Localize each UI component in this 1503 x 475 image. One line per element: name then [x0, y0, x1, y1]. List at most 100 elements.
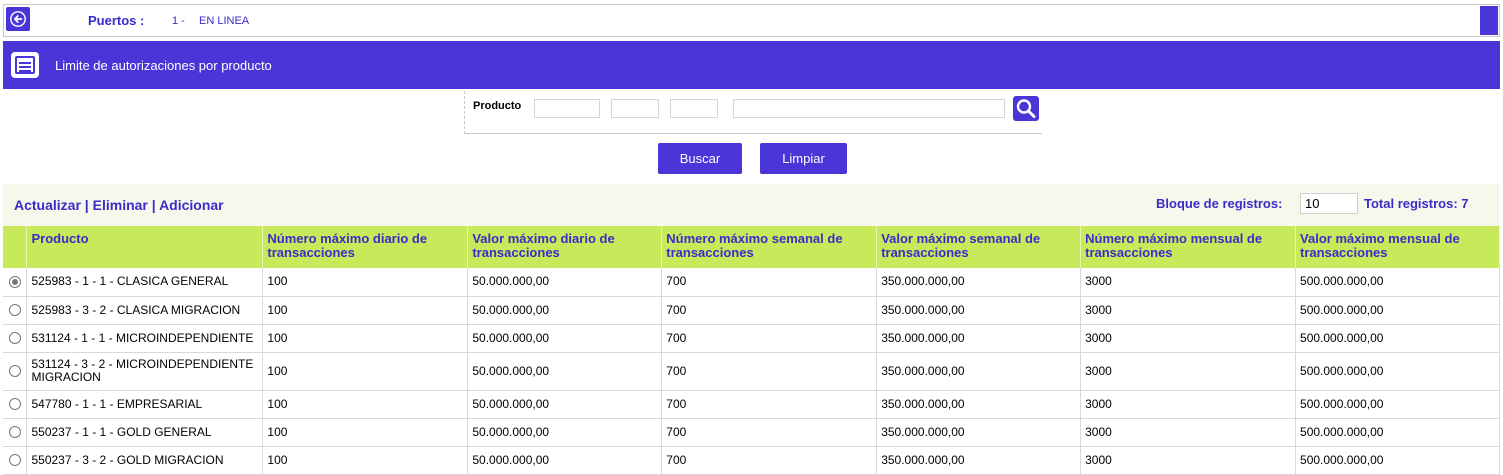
table-row[interactable]: 531124 - 3 - 2 - MICROINDEPENDIENTE MIGR… [3, 352, 1500, 391]
column-header-numero-mensual[interactable]: Número máximo mensual de transacciones [1080, 226, 1297, 268]
cell-numero-semanal: 700 [661, 296, 878, 325]
cell-numero-diario: 100 [262, 268, 469, 297]
row-select-radio[interactable] [8, 426, 21, 439]
column-header-producto[interactable]: Producto [26, 226, 264, 268]
producto-field-1[interactable] [534, 99, 600, 118]
cell-valor-mensual: 500.000.000,00 [1295, 324, 1500, 353]
cell-valor-diario: 50.000.000,00 [467, 324, 663, 353]
cell-numero-mensual: 3000 [1080, 446, 1297, 475]
table-row[interactable]: 531124 - 1 - 1 - MICROINDEPENDIENTE 100 50… [3, 324, 1500, 353]
actualizar-link[interactable]: Actualizar [14, 197, 81, 213]
cell-numero-semanal: 700 [661, 268, 878, 297]
cell-valor-mensual: 500.000.000,00 [1295, 296, 1500, 325]
cell-numero-semanal: 700 [661, 446, 878, 475]
puertos-number: 1 - [172, 15, 185, 27]
column-header-valor-diario[interactable]: Valor máximo diario de transacciones [467, 226, 663, 268]
limpiar-button[interactable]: Limpiar [760, 143, 847, 174]
cell-numero-mensual: 3000 [1080, 324, 1297, 353]
cell-valor-diario: 50.000.000,00 [467, 418, 663, 447]
table-header-row: Producto Número máximo diario de transac… [3, 226, 1500, 268]
search-icon [1016, 99, 1036, 118]
row-select-cell [3, 446, 28, 475]
cell-valor-semanal: 350.000.000,00 [876, 418, 1082, 447]
row-select-cell [3, 324, 28, 353]
row-select-cell [3, 296, 28, 325]
table-row[interactable]: 550237 - 3 - 2 - GOLD MIGRACION 100 50.000… [3, 446, 1500, 475]
list-card-icon [11, 52, 39, 78]
cell-numero-diario: 100 [262, 390, 469, 419]
cell-numero-semanal: 700 [661, 352, 878, 391]
cell-valor-mensual: 500.000.000,00 [1295, 390, 1500, 419]
record-actions: Actualizar | Eliminar | Adicionar [14, 197, 224, 213]
cell-producto: 550237 - 3 - 2 - GOLD MIGRACION [26, 446, 264, 475]
back-button[interactable] [6, 7, 30, 31]
cell-numero-diario: 100 [262, 352, 469, 391]
cell-producto: 531124 - 1 - 1 - MICROINDEPENDIENTE [26, 324, 264, 353]
cell-valor-semanal: 350.000.000,00 [876, 446, 1082, 475]
puertos-status: EN LINEA [199, 15, 250, 27]
select-column-header [3, 226, 28, 268]
cell-valor-semanal: 350.000.000,00 [876, 296, 1082, 325]
records-toolbar: Actualizar | Eliminar | Adicionar Bloque… [3, 184, 1500, 226]
table-row[interactable]: 550237 - 1 - 1 - GOLD GENERAL 100 50.000.0… [3, 418, 1500, 447]
producto-field-3[interactable] [670, 99, 718, 118]
row-select-radio[interactable] [8, 332, 21, 345]
row-select-cell [3, 268, 28, 297]
total-registros: Total registros: 7 [1364, 196, 1469, 211]
title-bar: Limite de autorizaciones por producto [3, 41, 1500, 89]
cell-producto: 550237 - 1 - 1 - GOLD GENERAL [26, 418, 264, 447]
cell-numero-semanal: 700 [661, 390, 878, 419]
cell-numero-diario: 100 [262, 296, 469, 325]
table-row[interactable]: 547780 - 1 - 1 - EMPRESARIAL 100 50.000.00… [3, 390, 1500, 419]
buscar-button[interactable]: Buscar [658, 143, 742, 174]
cell-valor-semanal: 350.000.000,00 [876, 390, 1082, 419]
cell-valor-semanal: 350.000.000,00 [876, 324, 1082, 353]
row-select-radio[interactable] [8, 276, 21, 289]
cell-valor-mensual: 500.000.000,00 [1295, 418, 1500, 447]
cell-numero-mensual: 3000 [1080, 352, 1297, 391]
table-row[interactable]: 525983 - 1 - 1 - CLASICA GENERAL 100 50.00… [3, 268, 1500, 297]
cell-valor-diario: 50.000.000,00 [467, 268, 663, 297]
column-header-numero-diario[interactable]: Número máximo diario de transacciones [262, 226, 469, 268]
cell-valor-diario: 50.000.000,00 [467, 446, 663, 475]
arrow-left-icon [10, 11, 26, 27]
adicionar-link[interactable]: Adicionar [159, 197, 224, 213]
row-select-radio[interactable] [8, 365, 21, 378]
producto-description-field[interactable] [733, 99, 1005, 118]
column-header-valor-mensual[interactable]: Valor máximo mensual de transacciones [1295, 226, 1500, 268]
cell-producto: 525983 - 1 - 1 - CLASICA GENERAL [26, 268, 264, 297]
page-title: Limite de autorizaciones por producto [55, 58, 272, 73]
cell-producto: 531124 - 3 - 2 - MICROINDEPENDIENTE MIGR… [26, 352, 264, 391]
producto-filter-label: Producto [473, 100, 522, 112]
producto-field-2[interactable] [611, 99, 659, 118]
cell-numero-mensual: 3000 [1080, 268, 1297, 297]
row-select-cell [3, 352, 28, 391]
row-select-radio[interactable] [8, 454, 21, 467]
column-header-valor-semanal[interactable]: Valor máximo semanal de transacciones [876, 226, 1082, 268]
cell-numero-mensual: 3000 [1080, 418, 1297, 447]
table-row[interactable]: 525983 - 3 - 2 - CLASICA MIGRACION 100 50.… [3, 296, 1500, 325]
cell-producto: 547780 - 1 - 1 - EMPRESARIAL [26, 390, 264, 419]
cell-valor-mensual: 500.000.000,00 [1295, 268, 1500, 297]
row-select-radio[interactable] [8, 398, 21, 411]
topbar-side-handle[interactable] [1480, 6, 1498, 35]
cell-valor-diario: 50.000.000,00 [467, 296, 663, 325]
puertos-label: Puertos : [88, 13, 145, 28]
bloque-registros-input[interactable]: 10 [1300, 193, 1358, 214]
cell-numero-diario: 100 [262, 324, 469, 353]
eliminar-link[interactable]: Eliminar [93, 197, 148, 213]
cell-numero-mensual: 3000 [1080, 390, 1297, 419]
cell-valor-mensual: 500.000.000,00 [1295, 446, 1500, 475]
cell-valor-semanal: 350.000.000,00 [876, 352, 1082, 391]
cell-numero-diario: 100 [262, 418, 469, 447]
cell-valor-diario: 50.000.000,00 [467, 390, 663, 419]
row-select-radio[interactable] [8, 304, 21, 317]
cell-numero-semanal: 700 [661, 418, 878, 447]
cell-numero-diario: 100 [262, 446, 469, 475]
column-header-numero-semanal[interactable]: Número máximo semanal de transacciones [661, 226, 878, 268]
cell-valor-diario: 50.000.000,00 [467, 352, 663, 391]
cell-valor-semanal: 350.000.000,00 [876, 268, 1082, 297]
row-select-cell [3, 418, 28, 447]
search-button[interactable] [1013, 96, 1039, 121]
cell-numero-semanal: 700 [661, 324, 878, 353]
